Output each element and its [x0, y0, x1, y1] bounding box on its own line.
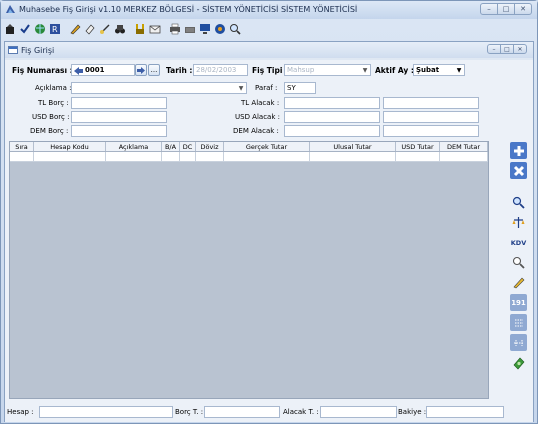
app-window: Muhasebe Fiş Girişi v1.10 MERKEZ BÖLGESİ… [0, 0, 538, 424]
hesap-label: Hesap : [7, 408, 34, 416]
child-minimize-button[interactable]: – [487, 44, 501, 54]
dem-alacak-label: DEM Alacak : [233, 127, 279, 135]
aktif-ay-label: Aktif Ay : [375, 66, 414, 75]
fis-tipi-select[interactable]: Mahsup ▼ [284, 64, 371, 76]
maximize-button[interactable]: □ [497, 3, 515, 15]
fis-tipi-label: Fiş Tipi : [252, 66, 289, 75]
aciklama-label: Açıklama : [35, 84, 72, 92]
balance-icon[interactable] [510, 214, 527, 231]
add-icon[interactable] [510, 142, 527, 159]
record-arrow-icon [74, 67, 83, 75]
app-logo-icon [6, 5, 15, 13]
usd-alacak-field[interactable] [284, 111, 380, 123]
delete-icon[interactable] [510, 162, 527, 179]
main-toolbar: R [3, 21, 243, 37]
dem-extra-field[interactable] [383, 125, 479, 137]
fis-numarasi-label: Fiş Numarası : [12, 66, 73, 75]
eraser-icon[interactable] [83, 23, 96, 36]
alacak-t-field[interactable] [320, 406, 397, 418]
pen-icon[interactable] [510, 274, 527, 291]
bakiye-field[interactable] [426, 406, 504, 418]
app-title: Muhasebe Fiş Girişi v1.10 MERKEZ BÖLGESİ… [19, 5, 358, 14]
col-hesap-kodu[interactable]: Hesap Kodu [34, 142, 106, 151]
fis-lines-grid[interactable]: Sıra Hesap Kodu Açıklama B/A DC Döviz Ge… [9, 141, 489, 399]
paraf-label: Paraf : [255, 84, 278, 92]
search-binoculars-icon[interactable] [113, 23, 126, 36]
usd-borc-label: USD Borç : [32, 113, 70, 121]
table-row[interactable] [10, 152, 488, 162]
fis-form: Fiş Numarası : 0001 ... Tarih : 28/02/20… [5, 60, 533, 422]
app-titlebar: Muhasebe Fiş Girişi v1.10 MERKEZ BÖLGESİ… [1, 1, 537, 19]
mail-icon[interactable] [148, 23, 161, 36]
chevron-down-icon: ▼ [362, 66, 368, 74]
fis-browse-button[interactable]: ... [148, 64, 160, 76]
totals-footer: Hesap : Borç T. : Alacak T. : Bakiye : [5, 404, 533, 420]
dem-borc-label: DEM Borç : [30, 127, 69, 135]
child-close-button[interactable]: ✕ [513, 44, 527, 54]
fis-numarasi-field[interactable]: 0001 [71, 64, 135, 76]
zoom-icon[interactable] [228, 23, 241, 36]
col-gercek-tutar[interactable]: Gerçek Tutar [224, 142, 310, 151]
form-window-icon [8, 46, 18, 54]
tl-extra-field[interactable] [383, 97, 479, 109]
col-ba[interactable]: B/A [162, 142, 180, 151]
svg-text:R: R [52, 25, 58, 34]
minimize-button[interactable]: – [480, 3, 498, 15]
grid-header: Sıra Hesap Kodu Açıklama B/A DC Döviz Ge… [10, 142, 488, 152]
tl-borc-label: TL Borç : [38, 99, 69, 107]
child-maximize-button[interactable]: □ [500, 44, 514, 54]
print-icon[interactable] [168, 23, 181, 36]
report-icon[interactable]: R [48, 23, 61, 36]
col-sira[interactable]: Sıra [10, 142, 34, 151]
col-dem-tutar[interactable]: DEM Tutar [440, 142, 488, 151]
monitor-icon[interactable] [198, 23, 211, 36]
mdi-child-window: Fiş Girişi – □ ✕ Fiş Numarası : 0001 ...… [4, 41, 534, 422]
borc-t-field[interactable] [204, 406, 280, 418]
col-ulusal-tutar[interactable]: Ulusal Tutar [310, 142, 396, 151]
kdv-icon[interactable]: KDV [510, 234, 527, 251]
tl-alacak-field[interactable] [284, 97, 380, 109]
arrow-right-icon [137, 66, 145, 74]
bakiye-label: Bakiye : [398, 408, 427, 416]
calendar-191-icon[interactable]: 191 [510, 294, 527, 311]
fis-lookup-button[interactable] [135, 64, 147, 76]
usd-extra-field[interactable] [383, 111, 479, 123]
dem-alacak-field[interactable] [284, 125, 380, 137]
globe-icon[interactable] [33, 23, 46, 36]
tl-borc-field[interactable] [71, 97, 167, 109]
dem-borc-field[interactable] [71, 125, 167, 137]
grid-icon[interactable] [510, 334, 527, 351]
col-dc[interactable]: DC [180, 142, 196, 151]
exit-icon[interactable] [3, 23, 16, 36]
borc-t-label: Borç T. : [175, 408, 204, 416]
keyboard-icon[interactable] [183, 23, 196, 36]
pen-icon[interactable] [68, 23, 81, 36]
aktif-ay-select[interactable]: Şubat ▼ [413, 64, 465, 76]
alacak-t-label: Alacak T. : [283, 408, 319, 416]
edit-icon[interactable] [98, 23, 111, 36]
aciklama-field[interactable]: ▼ [71, 82, 247, 94]
chevron-down-icon: ▼ [456, 66, 462, 74]
col-usd-tutar[interactable]: USD Tutar [396, 142, 440, 151]
tl-alacak-label: TL Alacak : [241, 99, 280, 107]
paraf-field[interactable]: SY [284, 82, 316, 94]
list-icon[interactable] [510, 314, 527, 331]
chevron-down-icon: ▼ [238, 84, 244, 92]
tarih-field[interactable]: 28/02/2003 [193, 64, 248, 76]
usd-alacak-label: USD Alacak : [235, 113, 280, 121]
usd-borc-field[interactable] [71, 111, 167, 123]
money-icon[interactable] [510, 354, 527, 371]
child-titlebar: Fiş Girişi – □ ✕ [5, 42, 533, 58]
check-icon[interactable] [18, 23, 31, 36]
zoom-icon[interactable] [510, 254, 527, 271]
close-button[interactable]: ✕ [514, 3, 532, 15]
child-title: Fiş Girişi [21, 46, 55, 55]
col-aciklama[interactable]: Açıklama [106, 142, 162, 151]
hesap-field[interactable] [39, 406, 173, 418]
search-icon[interactable] [510, 194, 527, 211]
tools-icon[interactable] [133, 23, 146, 36]
col-doviz[interactable]: Döviz [196, 142, 224, 151]
tarih-label: Tarih : [166, 66, 193, 75]
network-icon[interactable] [213, 23, 226, 36]
